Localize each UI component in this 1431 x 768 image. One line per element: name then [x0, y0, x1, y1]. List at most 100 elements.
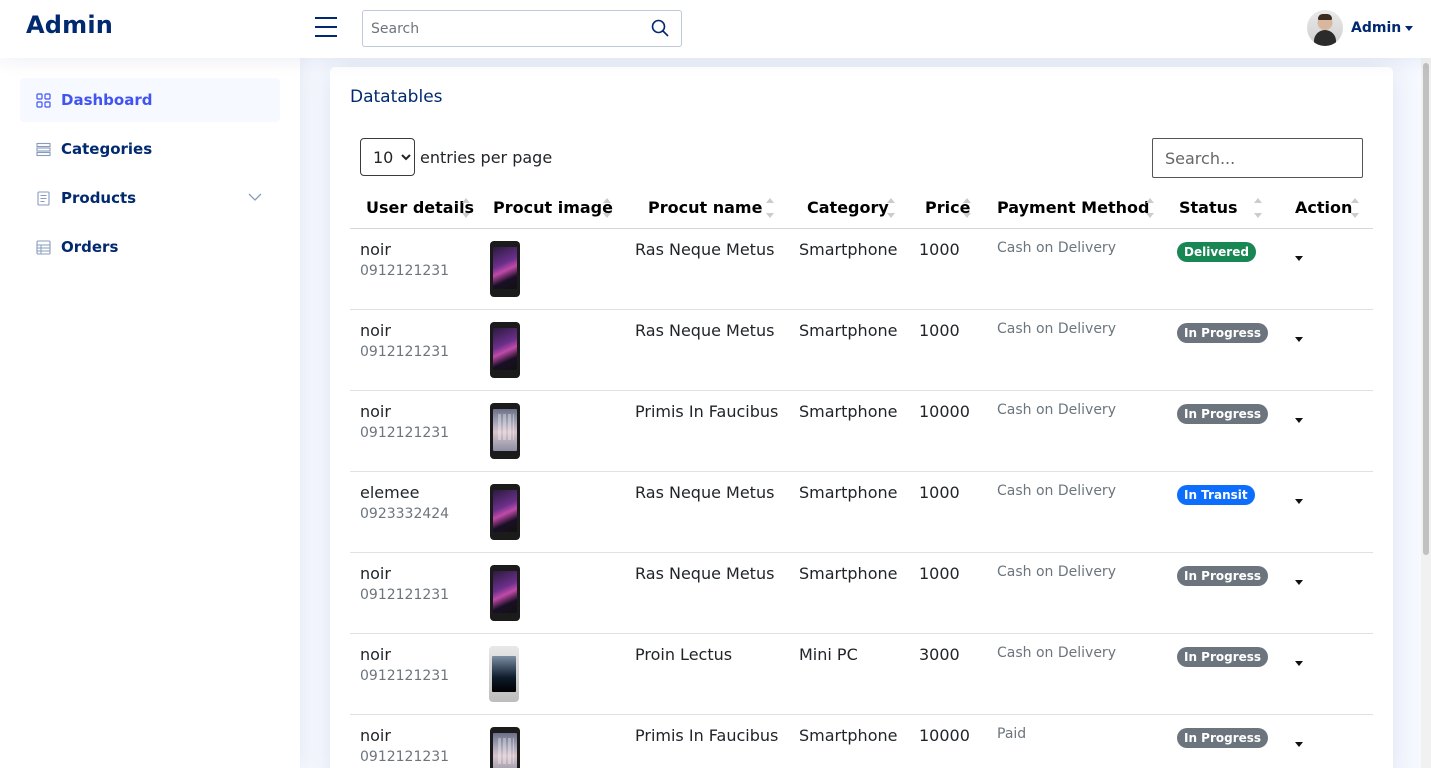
table-icon: [35, 239, 51, 255]
table-search-input[interactable]: [1152, 138, 1363, 178]
action-dropdown-icon[interactable]: [1295, 741, 1303, 747]
col-header-action[interactable]: Action: [1273, 187, 1373, 229]
user-name: elemee: [360, 482, 420, 502]
user-phone: 0912121231: [360, 586, 450, 603]
sidebar-item-label: Dashboard: [61, 91, 153, 109]
col-header-product-name[interactable]: Procut name: [623, 187, 787, 229]
page-scrollbar[interactable]: [1421, 58, 1431, 768]
per-page-control: 10 entries per page: [360, 138, 552, 176]
search-icon[interactable]: [651, 19, 669, 37]
user-phone: 0912121231: [360, 748, 450, 765]
chevron-down-icon: [1405, 25, 1414, 31]
product-name: Primis In Faucibus: [623, 714, 787, 768]
sort-icon: [1351, 198, 1359, 218]
status-cell: Delivered: [1166, 228, 1273, 310]
price: 10000: [907, 390, 985, 472]
list-icon: [35, 141, 51, 157]
payment-method: Paid: [985, 714, 1166, 768]
product-image: [490, 240, 520, 297]
action-cell: [1273, 714, 1373, 768]
sort-icon: [1146, 198, 1154, 218]
user-details-cell: noir 0912121231: [350, 714, 477, 768]
search-input[interactable]: [363, 11, 633, 46]
user-name: noir: [360, 239, 391, 259]
category: Smartphone: [787, 552, 907, 634]
sidebar-item-categories[interactable]: Categories: [20, 127, 280, 171]
col-header-price[interactable]: Price: [907, 187, 985, 229]
product-name: Ras Neque Metus: [623, 309, 787, 391]
status-cell: In Progress: [1166, 714, 1273, 768]
sidebar-item-dashboard[interactable]: Dashboard: [20, 78, 280, 122]
sort-icon: [462, 198, 470, 218]
action-dropdown-icon[interactable]: [1295, 417, 1303, 423]
status-badge: In Progress: [1177, 403, 1269, 424]
table-header-row: User details Procut image Procut name Ca…: [350, 187, 1373, 229]
scrollbar-thumb[interactable]: [1423, 63, 1429, 555]
product-image-cell: [477, 633, 623, 715]
col-header-user-details[interactable]: User details: [350, 187, 477, 229]
status-badge: In Progress: [1177, 565, 1269, 586]
category: Smartphone: [787, 228, 907, 310]
user-details-cell: noir 0912121231: [350, 309, 477, 391]
status-badge: In Progress: [1177, 727, 1269, 748]
user-name: noir: [360, 401, 391, 421]
col-header-status[interactable]: Status: [1166, 187, 1273, 229]
action-cell: [1273, 309, 1373, 391]
logo[interactable]: Admin: [26, 11, 113, 39]
table-row: noir 0912121231 Primis In Faucibus Smart…: [350, 390, 1373, 472]
action-dropdown-icon[interactable]: [1295, 498, 1303, 504]
action-cell: [1273, 228, 1373, 310]
user-phone: 0912121231: [360, 667, 450, 684]
table-row: noir 0912121231 Primis In Faucibus Smart…: [350, 714, 1373, 768]
table-row: noir 0912121231 Ras Neque Metus Smartpho…: [350, 228, 1373, 310]
sort-icon: [766, 198, 774, 218]
table-row: elemee 0923332424 Ras Neque Metus Smartp…: [350, 471, 1373, 553]
user-details-cell: noir 0912121231: [350, 633, 477, 715]
sort-icon: [603, 198, 611, 218]
action-dropdown-icon[interactable]: [1295, 660, 1303, 666]
per-page-select[interactable]: 10: [360, 138, 415, 176]
sidebar-item-orders[interactable]: Orders: [20, 225, 280, 269]
payment-method: Cash on Delivery: [985, 309, 1166, 391]
payment-method: Cash on Delivery: [985, 552, 1166, 634]
payment-method: Cash on Delivery: [985, 390, 1166, 472]
col-header-category[interactable]: Category: [787, 187, 907, 229]
action-dropdown-icon[interactable]: [1295, 336, 1303, 342]
product-name: Primis In Faucibus: [623, 390, 787, 472]
product-image-cell: [477, 228, 623, 310]
user-name: noir: [360, 563, 391, 583]
category: Smartphone: [787, 714, 907, 768]
profile-name: Admin: [1351, 20, 1402, 36]
price: 1000: [907, 228, 985, 310]
profile-menu[interactable]: Admin: [1307, 10, 1414, 46]
user-phone: 0912121231: [360, 343, 450, 360]
document-icon: [35, 190, 51, 206]
status-cell: In Progress: [1166, 309, 1273, 391]
action-dropdown-icon[interactable]: [1295, 255, 1303, 261]
user-details-cell: elemee 0923332424: [350, 471, 477, 553]
status-cell: In Progress: [1166, 390, 1273, 472]
product-name: Ras Neque Metus: [623, 471, 787, 553]
chevron-down-icon[interactable]: [248, 190, 262, 204]
sidebar-item-label: Categories: [61, 140, 153, 158]
col-header-product-image[interactable]: Procut image: [477, 187, 623, 229]
table-row: noir 0912121231 Proin Lectus Mini PC 300…: [350, 633, 1373, 715]
grid-icon: [35, 92, 51, 108]
top-header: Admin Admin: [0, 0, 1431, 58]
sort-icon: [887, 198, 895, 218]
per-page-label: entries per page: [420, 147, 553, 167]
product-image: [490, 564, 520, 621]
product-name: Proin Lectus: [623, 633, 787, 715]
product-image-cell: [477, 471, 623, 553]
product-image: [490, 483, 520, 540]
product-image-cell: [477, 552, 623, 634]
user-details-cell: noir 0912121231: [350, 390, 477, 472]
sidebar: Dashboard Categories Products Orders: [0, 58, 300, 768]
sidebar-item-label: Products: [61, 189, 137, 207]
col-header-payment-method[interactable]: Payment Method: [985, 187, 1166, 229]
menu-toggle-icon[interactable]: [315, 17, 337, 39]
action-cell: [1273, 552, 1373, 634]
sidebar-item-products[interactable]: Products: [20, 176, 280, 220]
action-dropdown-icon[interactable]: [1295, 579, 1303, 585]
card-title: Datatables: [350, 87, 443, 107]
